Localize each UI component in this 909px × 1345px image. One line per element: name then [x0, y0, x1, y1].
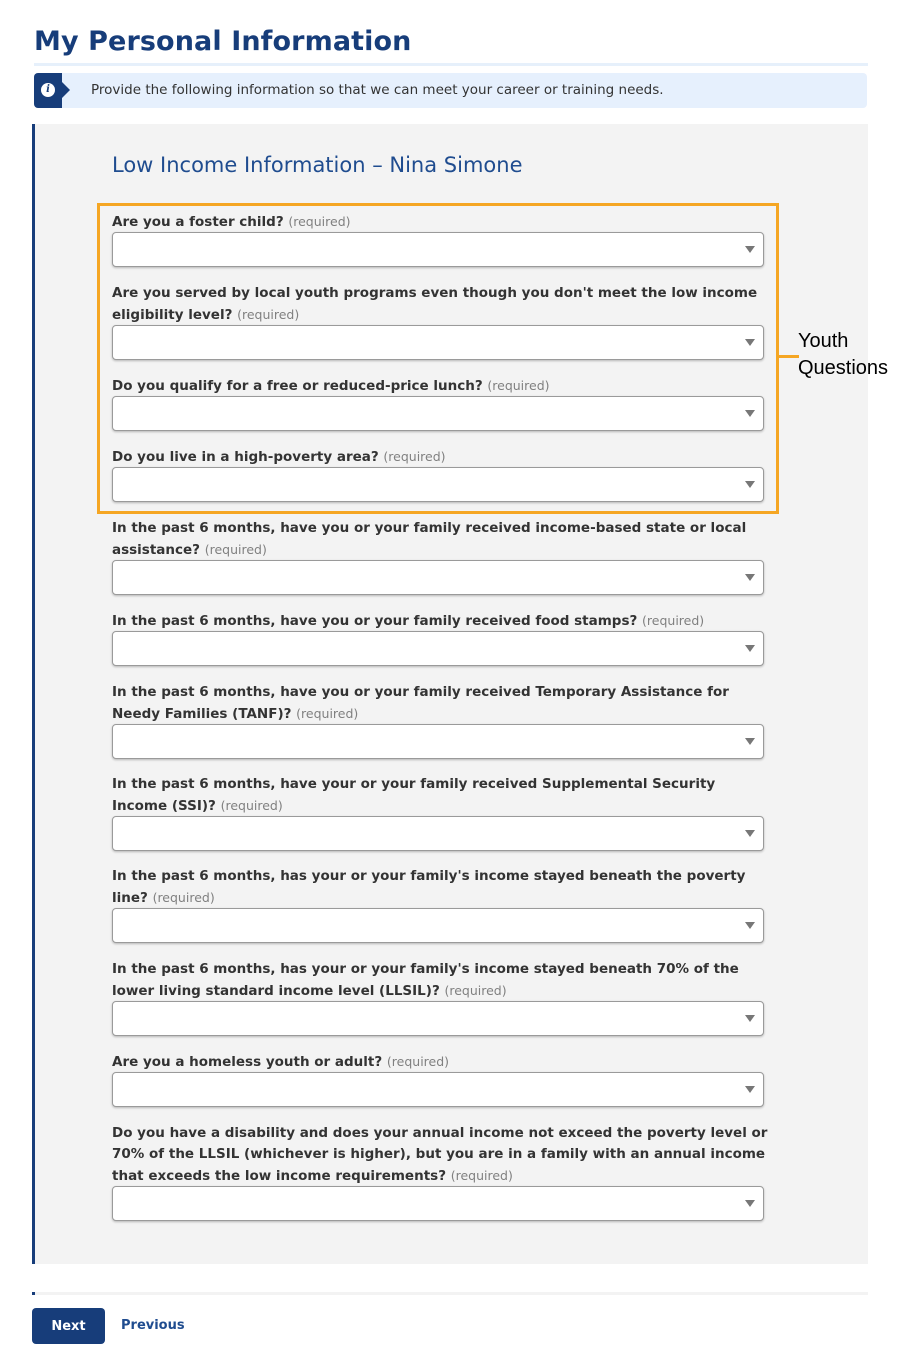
info-tab: i — [34, 73, 70, 108]
poverty-line-select[interactable] — [112, 908, 764, 943]
info-icon: i — [41, 83, 55, 97]
question-label: Do you have a disability and does your a… — [112, 1123, 782, 1187]
chevron-down-icon — [745, 481, 755, 488]
annotation-line-2: Questions — [798, 357, 889, 379]
tanf-select[interactable] — [112, 724, 764, 759]
chevron-down-icon — [745, 246, 755, 253]
required-marker: (required) — [642, 613, 705, 628]
high-poverty-area-select[interactable] — [112, 467, 764, 502]
disability-income-select[interactable] — [112, 1186, 764, 1221]
youth-questions-connector — [779, 355, 799, 358]
homeless-select[interactable] — [112, 1072, 764, 1107]
required-marker: (required) — [237, 307, 300, 322]
youth-questions-annotation: Youth Questions — [798, 328, 888, 382]
question-text: In the past 6 months, has your or your f… — [112, 961, 739, 999]
free-lunch-select[interactable] — [112, 396, 764, 431]
question-label: In the past 6 months, have you or your f… — [112, 610, 772, 632]
required-marker: (required) — [444, 983, 507, 998]
ssi-select[interactable] — [112, 816, 764, 851]
state-assistance-select[interactable] — [112, 560, 764, 595]
question-text: In the past 6 months, have your or your … — [112, 776, 716, 814]
required-marker: (required) — [152, 890, 215, 905]
question-text: Do you have a disability and does your a… — [112, 1125, 768, 1184]
question-text: In the past 6 months, have you or your f… — [112, 613, 638, 629]
required-marker: (required) — [487, 378, 550, 393]
question-label: In the past 6 months, have you or your f… — [112, 682, 772, 725]
foster-child-select[interactable] — [112, 232, 764, 267]
form-panel-divider — [32, 1292, 868, 1295]
chevron-down-icon — [745, 1015, 755, 1022]
required-marker: (required) — [220, 798, 283, 813]
section-title: Low Income Information – Nina Simone — [112, 153, 523, 177]
question-label: Do you live in a high-poverty area? (req… — [112, 446, 772, 468]
chevron-down-icon — [745, 574, 755, 581]
required-marker: (required) — [383, 449, 446, 464]
required-marker: (required) — [288, 214, 351, 229]
food-stamps-select[interactable] — [112, 631, 764, 666]
question-text: Are you served by local youth programs e… — [112, 285, 758, 323]
chevron-down-icon — [745, 1086, 755, 1093]
question-label: In the past 6 months, have your or your … — [112, 774, 772, 817]
question-label: Are you a homeless youth or adult? (requ… — [112, 1051, 772, 1073]
question-label: Do you qualify for a free or reduced-pri… — [112, 375, 772, 397]
chevron-down-icon — [745, 738, 755, 745]
previous-link[interactable]: Previous — [121, 1318, 185, 1333]
required-marker: (required) — [386, 1054, 450, 1069]
llsil-select[interactable] — [112, 1001, 764, 1036]
question-text: Are you a homeless youth or adult? — [112, 1054, 383, 1070]
info-banner-text: Provide the following information so tha… — [91, 82, 664, 98]
question-text: Are you a foster child? — [112, 214, 284, 230]
annotation-line-1: Youth — [798, 330, 849, 352]
question-label: In the past 6 months, has your or your f… — [112, 959, 772, 1002]
question-label: In the past 6 months, has your or your f… — [112, 866, 772, 909]
next-button[interactable]: Next — [32, 1308, 105, 1344]
required-marker: (required) — [296, 706, 359, 721]
info-banner: i Provide the following information so t… — [34, 73, 867, 108]
title-divider — [34, 63, 868, 66]
chevron-down-icon — [745, 1200, 755, 1207]
required-marker: (required) — [450, 1168, 513, 1183]
question-text: Do you qualify for a free or reduced-pri… — [112, 378, 483, 394]
page-title: My Personal Information — [34, 26, 412, 57]
chevron-down-icon — [745, 922, 755, 929]
chevron-down-icon — [745, 339, 755, 346]
chevron-down-icon — [745, 830, 755, 837]
question-text: Do you live in a high-poverty area? — [112, 449, 379, 465]
youth-programs-select[interactable] — [112, 325, 764, 360]
question-label: Are you served by local youth programs e… — [112, 283, 772, 326]
question-label: Are you a foster child? (required) — [112, 211, 772, 233]
question-label: In the past 6 months, have you or your f… — [112, 518, 772, 561]
chevron-down-icon — [745, 410, 755, 417]
chevron-down-icon — [745, 645, 755, 652]
required-marker: (required) — [204, 542, 267, 557]
question-text: In the past 6 months, have you or your f… — [112, 684, 729, 722]
